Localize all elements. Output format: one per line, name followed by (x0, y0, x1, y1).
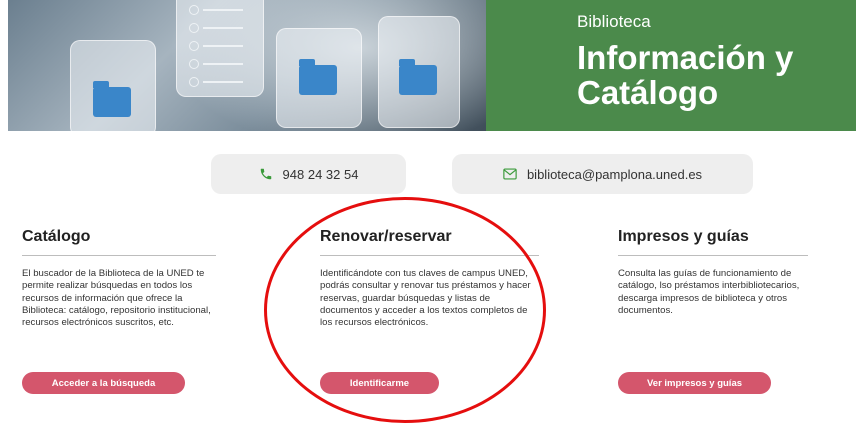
view-guides-button[interactable]: Ver impresos y guías (618, 372, 771, 394)
phone-number: 948 24 32 54 (282, 166, 359, 182)
banner-kicker: Biblioteca (577, 12, 651, 31)
email-address: biblioteca@pamplona.uned.es (526, 166, 703, 182)
section-title: Catálogo (22, 228, 91, 245)
mail-icon (503, 168, 517, 180)
forms-guides-section: Impresos y guías Consulta las guías de f… (618, 228, 808, 317)
phone-icon (259, 167, 273, 181)
section-title: Impresos y guías (618, 228, 749, 245)
folder-card (70, 40, 156, 131)
section-divider (320, 255, 539, 256)
login-button[interactable]: Identificarme (320, 372, 439, 394)
folder-card (378, 16, 460, 128)
checklist-card (176, 0, 264, 97)
section-text: Identificándote con tus claves de campus… (320, 268, 531, 329)
phone-contact[interactable]: 948 24 32 54 (211, 154, 406, 194)
section-divider (22, 255, 216, 256)
section-text: Consulta las guías de funcionamiento de … (618, 268, 800, 316)
folder-icon (93, 81, 131, 117)
catalog-section: Catálogo El buscador de la Biblioteca de… (22, 228, 216, 329)
renew-reserve-section: Renovar/reservar Identificándote con tus… (320, 228, 539, 329)
search-access-button[interactable]: Acceder a la búsqueda (22, 372, 185, 394)
folder-icon (299, 59, 337, 95)
folder-card (276, 28, 362, 128)
banner-photo (8, 0, 488, 131)
email-contact[interactable]: biblioteca@pamplona.uned.es (452, 154, 753, 194)
section-text: El buscador de la Biblioteca de la UNED … (22, 268, 211, 329)
section-title: Renovar/reservar (320, 228, 452, 245)
section-divider (618, 255, 808, 256)
page-title: Información y Catálogo (577, 39, 794, 111)
folder-icon (399, 59, 437, 95)
